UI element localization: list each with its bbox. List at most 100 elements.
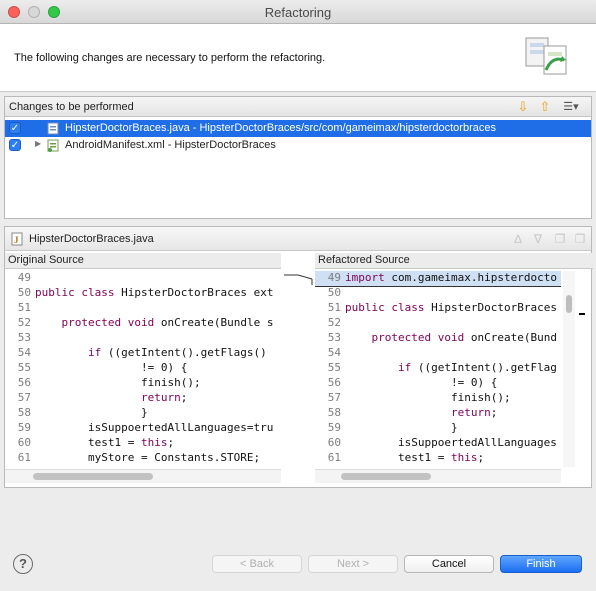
code-line: 61 myStore = Constants.STORE; [5,451,281,466]
change-item[interactable]: ✓ ▶ AndroidManifest.xml - HipsterDoctorB… [5,137,591,154]
line-number: 60 [327,436,341,449]
filter-changes-icon[interactable]: ☰▾ [563,99,579,115]
code-line: 53 [5,331,281,346]
code-line: 54 [315,346,561,361]
code-text: public class HipsterDoctorBraces [345,301,557,314]
code-line: 58 return; [315,406,561,421]
code-line: 60 test1 = this; [5,436,281,451]
next-difference-icon[interactable]: ∆ [511,232,525,246]
code-line: 50 [315,286,561,301]
original-horizontal-scrollbar[interactable] [5,469,281,483]
original-source-pane[interactable]: 49 50 public class HipsterDoctorBraces ext… [5,271,281,467]
line-number: 52 [17,316,31,329]
refactored-source-pane[interactable]: 49 import com.gameimax.hipsterdocto 50 51 pu… [315,271,561,467]
refactored-horizontal-scrollbar[interactable] [315,469,561,483]
line-number: 57 [17,391,31,404]
code-line: 59 } [315,421,561,436]
previous-change-icon[interactable]: ⇧ [537,99,553,115]
code-text: isSuppoertedAllLanguages [345,436,557,449]
code-text: test1 = this; [35,436,175,449]
code-text: import com.gameimax.hipsterdocto [345,271,557,284]
line-number: 49 [17,271,31,284]
line-number: 59 [327,421,341,434]
line-number: 54 [327,346,341,359]
code-text: } [345,421,458,434]
code-line: 49 import com.gameimax.hipsterdocto [315,271,561,287]
xml-file-icon [47,139,59,152]
compare-panel: J HipsterDoctorBraces.java ∆ ∇ ❐ ❐ Origi… [4,226,593,488]
refactored-vertical-scrollbar[interactable] [563,271,575,467]
code-text: if ((getIntent().getFlags() [87,346,267,359]
code-line: 50 public class HipsterDoctorBraces ext [5,286,281,301]
back-button[interactable]: < Back [212,555,302,573]
code-line: 57 finish(); [315,391,561,406]
svg-text:J: J [14,235,19,245]
code-line: 53 protected void onCreate(Bund [315,331,561,346]
code-line: 60 isSuppoertedAllLanguages [315,436,561,451]
code-line: 55 != 0) { [5,361,281,376]
changes-panel: Changes to be performed ⇩ ⇧ ☰▾ ✓ Hipster… [4,96,592,219]
next-button[interactable]: Next > [308,555,398,573]
previous-difference-icon[interactable]: ∇ [531,232,545,246]
code-line: 51 public class HipsterDoctorBraces [315,301,561,316]
line-number: 50 [17,286,31,299]
code-line: 56 != 0) { [315,376,561,391]
line-number: 58 [17,406,31,419]
change-item-label: AndroidManifest.xml - HipsterDoctorBrace… [65,139,276,151]
line-number: 58 [327,406,341,419]
code-text: test1 = this; [345,451,485,464]
code-text: if ((getIntent().getFlag [397,361,557,374]
expand-arrow-icon[interactable]: ▶ [35,139,41,148]
copy-right-icon[interactable]: ❐ [573,232,587,246]
scroll-thumb[interactable] [33,473,153,480]
finish-button[interactable]: Finish [500,555,582,573]
code-line: 55 if ((getIntent().getFlag [315,361,561,376]
code-line: 54 if ((getIntent().getFlags() [5,346,281,361]
code-line: 56 finish(); [5,376,281,391]
line-number: 54 [17,346,31,359]
window-title-bar: Refactoring [0,0,596,24]
compare-panel-header: J HipsterDoctorBraces.java ∆ ∇ ❐ ❐ [5,227,591,251]
java-file-icon: J [11,232,23,246]
original-source-header: Original Source [5,253,281,269]
line-number: 52 [327,316,341,329]
changes-panel-header: Changes to be performed ⇩ ⇧ ☰▾ [5,97,591,117]
change-item[interactable]: ✓ HipsterDoctorBraces.java - HipsterDoct… [5,120,591,137]
changes-panel-title: Changes to be performed [9,101,134,113]
change-checkbox[interactable]: ✓ [9,139,21,151]
next-change-icon[interactable]: ⇩ [515,99,531,115]
scroll-thumb[interactable] [341,473,431,480]
line-number: 55 [327,361,341,374]
code-text: protected void onCreate(Bund [371,331,557,344]
code-text: protected void onCreate(Bundle s [61,316,274,329]
copy-left-icon[interactable]: ❐ [553,232,567,246]
code-text: myStore = Constants.STORE; [35,451,261,464]
scroll-thumb[interactable] [566,295,572,313]
code-text: return; [450,406,498,419]
cancel-button[interactable]: Cancel [404,555,494,573]
refactored-source-header: Refactored Source [315,253,593,269]
change-checkbox[interactable]: ✓ [9,122,21,134]
code-line: 52 protected void onCreate(Bundle s [5,316,281,331]
line-number: 56 [17,376,31,389]
code-line: 49 [5,271,281,286]
code-text: return; [140,391,188,404]
help-button[interactable]: ? [13,554,33,574]
wizard-header: The following changes are necessary to p… [0,24,596,92]
header-message: The following changes are necessary to p… [14,52,326,64]
line-number: 50 [327,286,341,299]
line-number: 59 [17,421,31,434]
line-number: 53 [327,331,341,344]
line-number: 61 [327,451,341,464]
line-number: 49 [327,271,341,284]
code-line: 51 [5,301,281,316]
code-text: finish(); [35,376,201,389]
refactoring-wizard-icon [525,37,567,75]
code-line: 52 [315,316,561,331]
diff-connector [284,274,313,285]
line-number: 61 [17,451,31,464]
line-number: 51 [17,301,31,314]
compare-file-name: HipsterDoctorBraces.java [29,233,154,245]
code-line: 57 return; [5,391,281,406]
code-text: isSuppoertedAllLanguages=tru [35,421,274,434]
